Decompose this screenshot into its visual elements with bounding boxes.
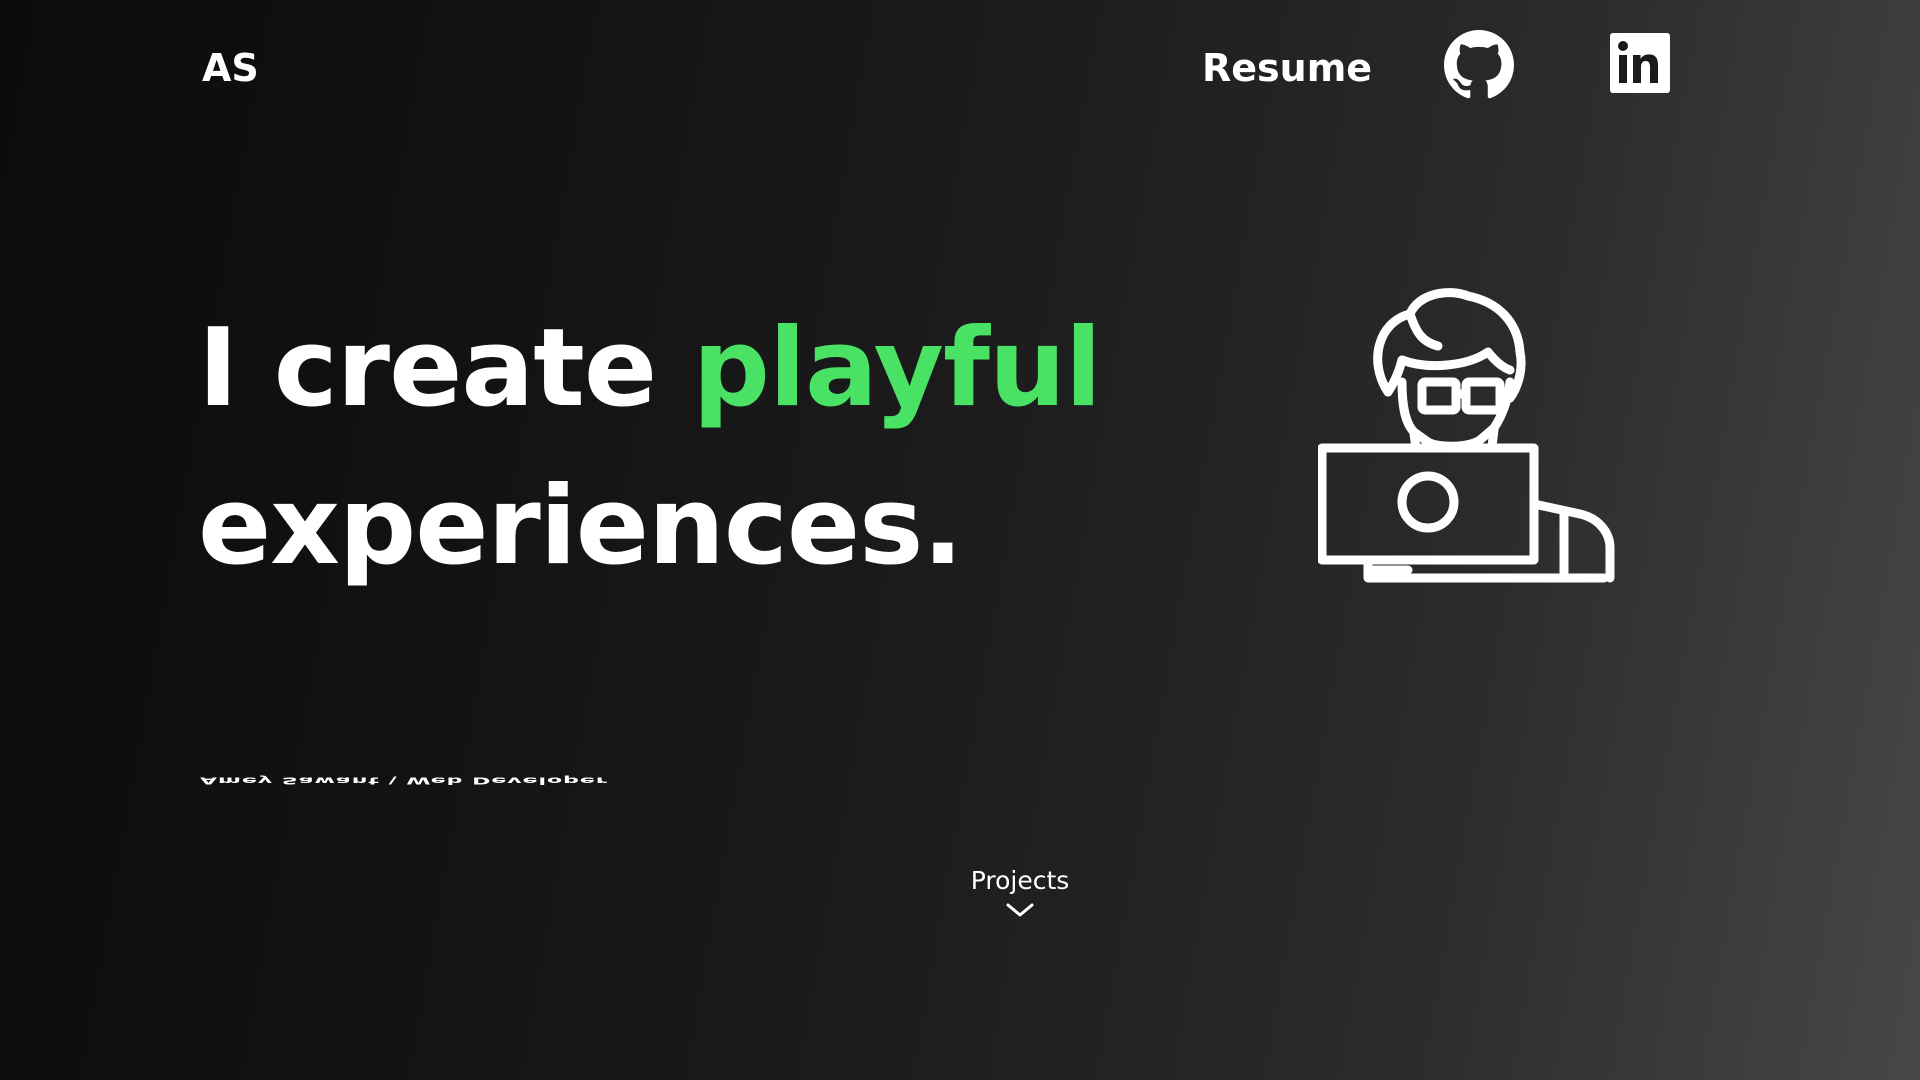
projects-label: Projects bbox=[970, 866, 1070, 895]
hero-headline: I create playful experiences. bbox=[198, 290, 1102, 606]
site-logo[interactable]: AS bbox=[202, 46, 259, 90]
headline-text: I create bbox=[198, 306, 693, 431]
linkedin-icon[interactable] bbox=[1610, 33, 1670, 93]
hero-subtitle: Amey Sawant \ Web Developer bbox=[200, 774, 608, 786]
headline-line2: experiences. bbox=[198, 464, 963, 589]
developer-at-computer-icon bbox=[1317, 282, 1618, 592]
chevron-down-icon bbox=[1005, 901, 1035, 919]
projects-scroll-link[interactable]: Projects bbox=[900, 866, 1140, 919]
github-icon[interactable] bbox=[1444, 30, 1514, 100]
headline-accent: playful bbox=[692, 306, 1102, 431]
resume-link[interactable]: Resume bbox=[1202, 46, 1372, 90]
